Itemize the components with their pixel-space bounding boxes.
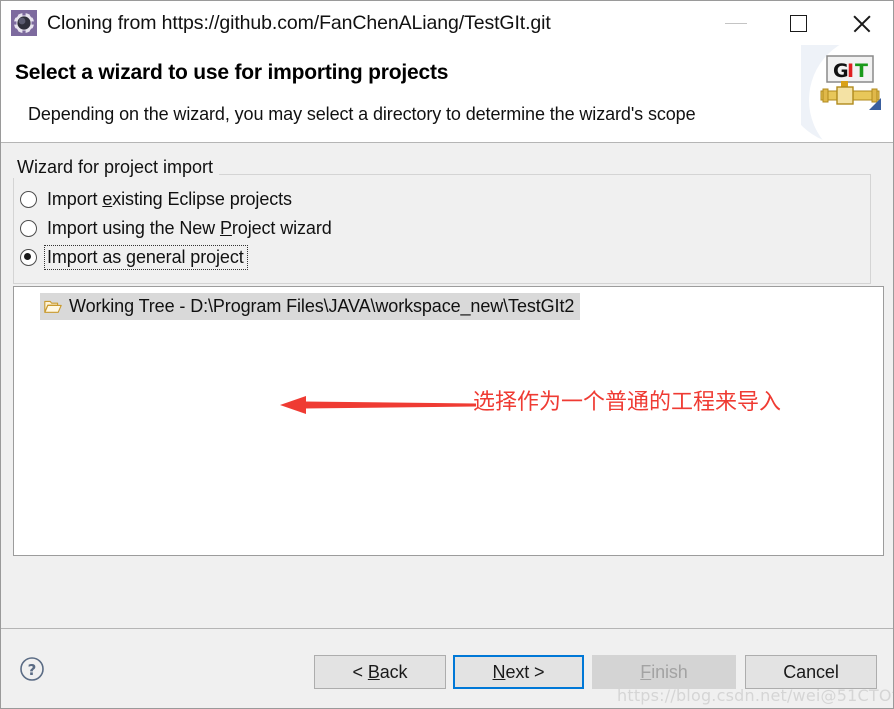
wizard-header: G I T Select a wizard to use for importi… [1,45,893,143]
radio-import-existing-eclipse-projects[interactable]: Import existing Eclipse projects [20,186,335,213]
radio-mark-icon [20,191,37,208]
mnemonic-underline: F [640,661,652,682]
mnemonic-underline: N [492,661,506,682]
git-logo-icon: G I T [819,54,881,112]
radio-mark-icon [20,249,37,266]
svg-text:I: I [847,60,854,82]
mnemonic-underline: e [102,189,113,209]
close-button[interactable] [830,1,893,45]
page-title: Select a wizard to use for importing pro… [15,61,449,84]
radio-mark-icon [20,220,37,237]
open-folder-icon [44,299,62,314]
eclipse-wizard-gear-icon [11,10,37,36]
maximize-icon [790,14,807,32]
wizard-body: Wizard for project import Import existin… [1,143,893,628]
cancel-button-label: Cancel [783,661,839,682]
help-question-icon[interactable]: ? [19,656,45,682]
header-banner: G I T [801,45,893,142]
next-button[interactable]: Next > [453,655,584,689]
radio-label: Import as general project [44,245,248,270]
annotation-text: 选择作为一个普通的工程来导入 [473,390,782,415]
page-subtitle: Depending on the wizard, you may select … [28,104,696,124]
project-tree-panel[interactable]: Working Tree - D:\Program Files\JAVA\wor… [13,286,884,556]
left-arrow-annotation [280,394,476,416]
mnemonic-underline: B [367,661,380,682]
svg-text:T: T [855,60,868,82]
group-label: Wizard for project import [13,157,220,178]
window-controls [704,1,893,45]
svg-text:?: ? [28,661,37,679]
back-button-label: < Back [352,661,408,682]
close-icon [851,12,873,34]
tree-item-label: Working Tree - D:\Program Files\JAVA\wor… [69,296,575,316]
next-button-label: Next > [492,661,545,682]
title-bar: Cloning from https://github.com/FanChenA… [1,1,893,45]
minimize-icon [724,22,747,24]
tree-item-working-tree[interactable]: Working Tree - D:\Program Files\JAVA\wor… [40,293,581,320]
maximize-button[interactable] [767,1,830,45]
watermark-text: https://blog.csdn.net/wei@51CTO博客 [617,686,894,705]
mnemonic-underline: g [126,247,136,267]
window-title: Cloning from https://github.com/FanChenA… [47,11,551,34]
clone-wizard-dialog: Cloning from https://github.com/FanChenA… [0,0,894,709]
radio-import-using-new-project-wizard[interactable]: Import using the New Project wizard [20,215,335,242]
mnemonic-underline: P [219,218,232,238]
back-button[interactable]: < Back [314,655,446,689]
finish-button-label: Finish [640,661,688,682]
radio-label: Import using the New Project wizard [47,218,332,238]
minimize-button[interactable] [704,1,767,45]
import-mode-radio-group: Import existing Eclipse projects Import … [20,186,335,273]
radio-import-as-general-project[interactable]: Import as general project [20,244,335,271]
radio-label: Import existing Eclipse projects [47,189,292,209]
